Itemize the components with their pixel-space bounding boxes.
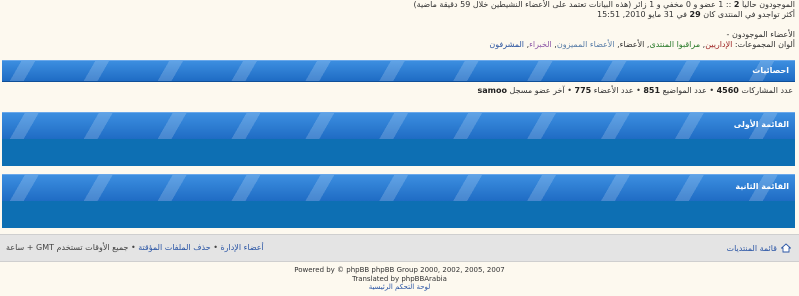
- stats-line: عدد المشاركات 4560 • عدد المواضيع 851 • …: [478, 86, 794, 95]
- separator: •: [636, 86, 641, 95]
- topics-count: 851: [643, 86, 661, 95]
- board-index-label: قائمة المنتديات: [726, 243, 777, 253]
- stats-title: احصائيات: [752, 66, 789, 75]
- group-featured[interactable]: الأعضاء المميزون: [557, 40, 615, 49]
- footer-nav: قائمة المنتديات أعضاء الإدارة • حذف المل…: [0, 234, 799, 262]
- online-members: الأعضاء الموجودون -: [5, 30, 795, 40]
- home-icon: [781, 243, 791, 253]
- online-rest: :: 1 عضو و 0 مخفي و 1 زائر (هذه البيانات…: [413, 0, 732, 9]
- online-count: 2: [733, 0, 740, 9]
- panel-1-header: القائمة الأولى: [2, 112, 795, 140]
- board-index-link[interactable]: قائمة المنتديات: [727, 243, 791, 253]
- panel-2-header: القائمة الثانية: [2, 174, 795, 202]
- group-legend: ألوان المجموعات: الإداريين, مراقبوا المن…: [489, 40, 795, 49]
- posts-label: عدد المشاركات: [741, 86, 793, 95]
- panel-2-body: [2, 201, 795, 228]
- timezone-text: جميع الأوقات تستخدم GMT + ساعة: [6, 243, 129, 252]
- delete-cookies-link[interactable]: حذف الملفات المؤقتة: [138, 243, 210, 252]
- posts-count: 4560: [716, 86, 739, 95]
- record-rest: في 31 مايو 2010, 15:51: [597, 10, 687, 19]
- separator: •: [213, 243, 218, 252]
- panel-1-body: [2, 139, 795, 166]
- credits: Powered by © phpBB phpBB Group 2000, 200…: [0, 266, 799, 292]
- panel-1-title: القائمة الأولى: [733, 120, 789, 129]
- group-supervisors[interactable]: المشرفون: [489, 40, 524, 49]
- group-moderators[interactable]: مراقبوا المنتدى: [649, 40, 700, 49]
- legend-label: ألوان المجموعات:: [734, 40, 795, 49]
- team-link[interactable]: أعضاء الإدارة: [220, 243, 263, 252]
- newest-label: آخر عضو مسجل: [509, 86, 565, 95]
- topics-label: عدد المواضيع: [662, 86, 707, 95]
- footer-links: أعضاء الإدارة • حذف الملفات المؤقتة • جم…: [6, 243, 264, 252]
- online-line-2: أكثر تواجدو في المنتدى كان 29 في 31 مايو…: [5, 10, 795, 20]
- members-label: الأعضاء الموجودون: [731, 30, 795, 39]
- members-count-label: عدد الأعضاء: [593, 86, 634, 95]
- panel-2-title: القائمة الثانية: [735, 182, 789, 191]
- online-line-1: الموجودون حالياً 2 :: 1 عضو و 0 مخفي و 1…: [5, 0, 795, 10]
- record-prefix: أكثر تواجدو في المنتدى كان: [703, 10, 795, 19]
- stats-header: احصائيات: [2, 60, 795, 82]
- members-count: 775: [574, 86, 592, 95]
- newest-member-link[interactable]: samoo: [478, 86, 508, 95]
- separator: •: [709, 86, 715, 95]
- group-admins[interactable]: الإداريين: [705, 40, 732, 49]
- powered-by: Powered by © phpBB phpBB Group 2000, 200…: [294, 266, 505, 274]
- separator: •: [130, 243, 136, 252]
- members-value: -: [726, 30, 730, 39]
- online-prefix: الموجودون حالياً: [741, 0, 795, 9]
- acp-link[interactable]: لوحة التحكم الرئيسية: [369, 283, 431, 291]
- group-experts[interactable]: الخبراء: [529, 40, 552, 49]
- who-is-online: الموجودون حالياً 2 :: 1 عضو و 0 مخفي و 1…: [5, 0, 795, 50]
- separator: •: [567, 86, 572, 95]
- translated-by: Translated by phpBBArabia: [352, 274, 447, 283]
- record-count: 29: [689, 10, 701, 19]
- group-members[interactable]: الأعضاء: [620, 40, 645, 49]
